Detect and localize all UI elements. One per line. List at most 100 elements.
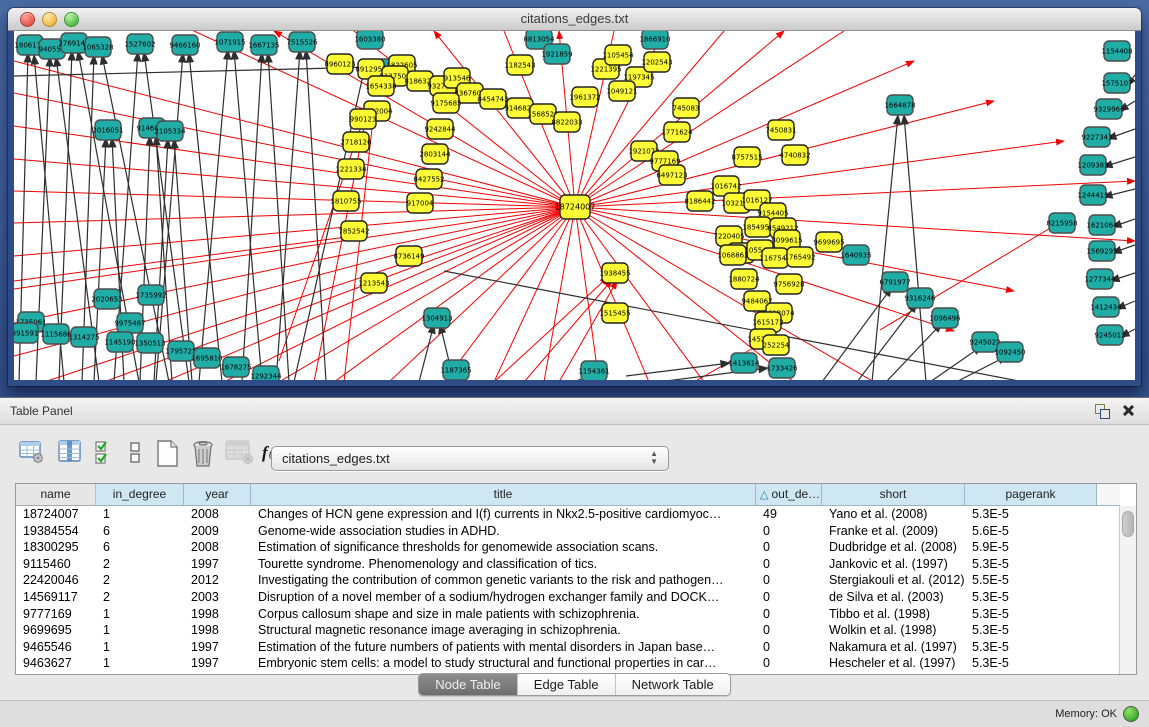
graph-node[interactable]: 252254 — [763, 335, 790, 355]
vertical-scrollbar[interactable] — [1119, 506, 1136, 674]
graph-node[interactable]: 8427552 — [413, 169, 444, 189]
citation-edge-red[interactable] — [14, 207, 575, 289]
citation-edge-black[interactable] — [886, 323, 942, 380]
graph-node[interactable]: 1961372 — [569, 87, 600, 107]
graph-node[interactable]: 9175685 — [430, 93, 461, 113]
graph-node[interactable]: 1733426 — [766, 358, 798, 378]
graph-node[interactable]: 745083 — [673, 98, 700, 118]
graph-node[interactable]: 9329966 — [1093, 99, 1125, 119]
table-row[interactable]: 1938455462009Genome-wide association stu… — [16, 523, 1120, 540]
scrollbar-thumb[interactable] — [1122, 511, 1134, 537]
graph-node[interactable]: 1765492 — [784, 247, 815, 267]
graph-node[interactable]: 9466160 — [169, 35, 200, 55]
graph-node[interactable]: 9975487 — [114, 313, 145, 333]
graph-node[interactable]: 1154408 — [1101, 41, 1132, 61]
graph-node[interactable]: 1921859 — [541, 44, 572, 64]
graph-node[interactable]: 1575107 — [1101, 73, 1132, 93]
citation-edge-black[interactable] — [14, 67, 376, 76]
graph-node[interactable]: 9245012 — [1094, 325, 1125, 345]
table-select[interactable]: citations_edges.txt ▲▼ — [271, 446, 669, 471]
select-rows-icon[interactable] — [92, 438, 122, 470]
graph-node[interactable]: 8757515 — [731, 147, 762, 167]
graph-node[interactable]: 7450831 — [765, 120, 796, 140]
citation-edge-red[interactable] — [575, 207, 649, 380]
graph-node[interactable]: 9316246 — [904, 288, 936, 308]
graph-node[interactable]: 1096496 — [929, 308, 961, 328]
row-height-icon[interactable] — [124, 438, 154, 470]
tab-network-table[interactable]: Network Table — [615, 674, 730, 695]
graph-node[interactable]: 8736149 — [393, 246, 424, 266]
graph-node[interactable]: 1065328 — [82, 37, 113, 57]
citation-edge-red[interactable] — [14, 93, 575, 207]
citation-edge-black[interactable] — [156, 53, 183, 380]
citation-edge-black[interactable] — [189, 53, 222, 380]
graph-node[interactable]: 1771624 — [661, 122, 693, 142]
graph-node[interactable]: 1071915 — [214, 32, 245, 52]
graph-node[interactable]: 1412434 — [1090, 297, 1122, 317]
citation-edge-black[interactable] — [199, 50, 228, 380]
table-row[interactable]: 946362711997Embryonic stem cells: a mode… — [16, 655, 1120, 672]
column-header-pagerank[interactable]: pagerank — [965, 484, 1097, 506]
graph-node[interactable]: 1413614 — [728, 353, 760, 373]
table-row[interactable]: 977716911998Corpus callosum shape and si… — [16, 606, 1120, 623]
graph-node[interactable]: 1213543 — [358, 273, 389, 293]
table-row[interactable]: 946554611997Estimation of the future num… — [16, 639, 1120, 656]
graph-node[interactable]: 990123 — [350, 109, 377, 129]
column-header-title[interactable]: title — [251, 484, 756, 506]
citation-edge-black[interactable] — [904, 115, 926, 380]
graph-node[interactable]: 1810755 — [330, 191, 361, 211]
graph-node[interactable]: 1221334 — [335, 159, 367, 179]
graph-node[interactable]: 1735992 — [135, 285, 166, 305]
float-panel-icon[interactable] — [1095, 404, 1109, 418]
graph-node[interactable]: 1603380 — [354, 31, 385, 49]
graph-node[interactable]: 9242844 — [424, 119, 456, 139]
graph-node[interactable]: 1314275 — [68, 327, 99, 347]
graph-node[interactable]: 1640935 — [840, 245, 871, 265]
graph-node[interactable]: 7852542 — [338, 221, 369, 241]
graph-node[interactable]: 1092450 — [994, 342, 1025, 362]
graph-node[interactable]: 8960123 — [324, 54, 355, 74]
column-header-name[interactable]: name — [16, 484, 96, 506]
graph-node[interactable]: 8186442 — [684, 191, 715, 211]
memory-status-icon[interactable] — [1123, 706, 1139, 722]
citation-edge-red[interactable] — [575, 207, 599, 380]
graph-node[interactable]: 1115686 — [40, 324, 72, 344]
citation-edge-black[interactable] — [872, 115, 898, 380]
graph-node[interactable]: 1678275 — [220, 357, 251, 377]
network-canvas[interactable]: 1806172940557276914010653281527602946616… — [14, 31, 1135, 380]
table-settings-icon[interactable] — [18, 438, 48, 470]
close-panel-icon[interactable] — [1121, 403, 1135, 417]
table-row[interactable]: 1456911722003Disruption of a novel membe… — [16, 589, 1120, 606]
graph-node[interactable]: 1527602 — [124, 34, 155, 54]
citation-edge-red[interactable] — [444, 207, 575, 380]
graph-node[interactable]: 2803144 — [419, 144, 451, 164]
graph-node[interactable]: 9756928 — [773, 274, 804, 294]
window-titlebar[interactable]: citations_edges.txt — [8, 8, 1141, 31]
table-row[interactable]: 2242004622012Investigating the contribut… — [16, 572, 1120, 589]
graph-node[interactable]: 1068863 — [717, 245, 748, 265]
table-row[interactable]: 1872400712008Changes of HCN gene express… — [16, 506, 1120, 523]
graph-node[interactable]: 917004 — [407, 193, 434, 213]
graph-node[interactable]: 1880724 — [728, 269, 760, 289]
graph-node[interactable]: 2020653 — [91, 289, 122, 309]
citation-edge-red[interactable] — [314, 117, 366, 380]
graph-node[interactable]: 6791977 — [879, 272, 910, 292]
graph-node[interactable]: 9227343 — [1081, 127, 1112, 147]
graph-node[interactable]: 1350513 — [134, 333, 165, 353]
citation-edge-red[interactable] — [575, 181, 1135, 207]
graph-node[interactable]: 2016051 — [92, 120, 123, 140]
citation-edge-black[interactable] — [234, 50, 262, 380]
graph-node[interactable]: 6497123 — [656, 165, 687, 185]
column-header-out_degree[interactable]: △out_de… — [756, 484, 822, 506]
graph-node[interactable]: 1515455 — [599, 303, 630, 323]
select-columns-icon[interactable] — [56, 438, 86, 470]
column-header-short[interactable]: short — [822, 484, 965, 506]
graph-node[interactable]: 1664878 — [884, 95, 915, 115]
graph-node[interactable]: 1145190 — [104, 332, 135, 352]
graph-node[interactable]: 8215958 — [1046, 213, 1077, 233]
delete-column-icon[interactable] — [188, 438, 218, 470]
graph-node[interactable]: 9699695 — [813, 232, 844, 252]
graph-node[interactable]: 1202543 — [641, 52, 672, 72]
graph-node[interactable]: 1209383 — [1077, 155, 1108, 175]
column-header-year[interactable]: year — [184, 484, 251, 506]
